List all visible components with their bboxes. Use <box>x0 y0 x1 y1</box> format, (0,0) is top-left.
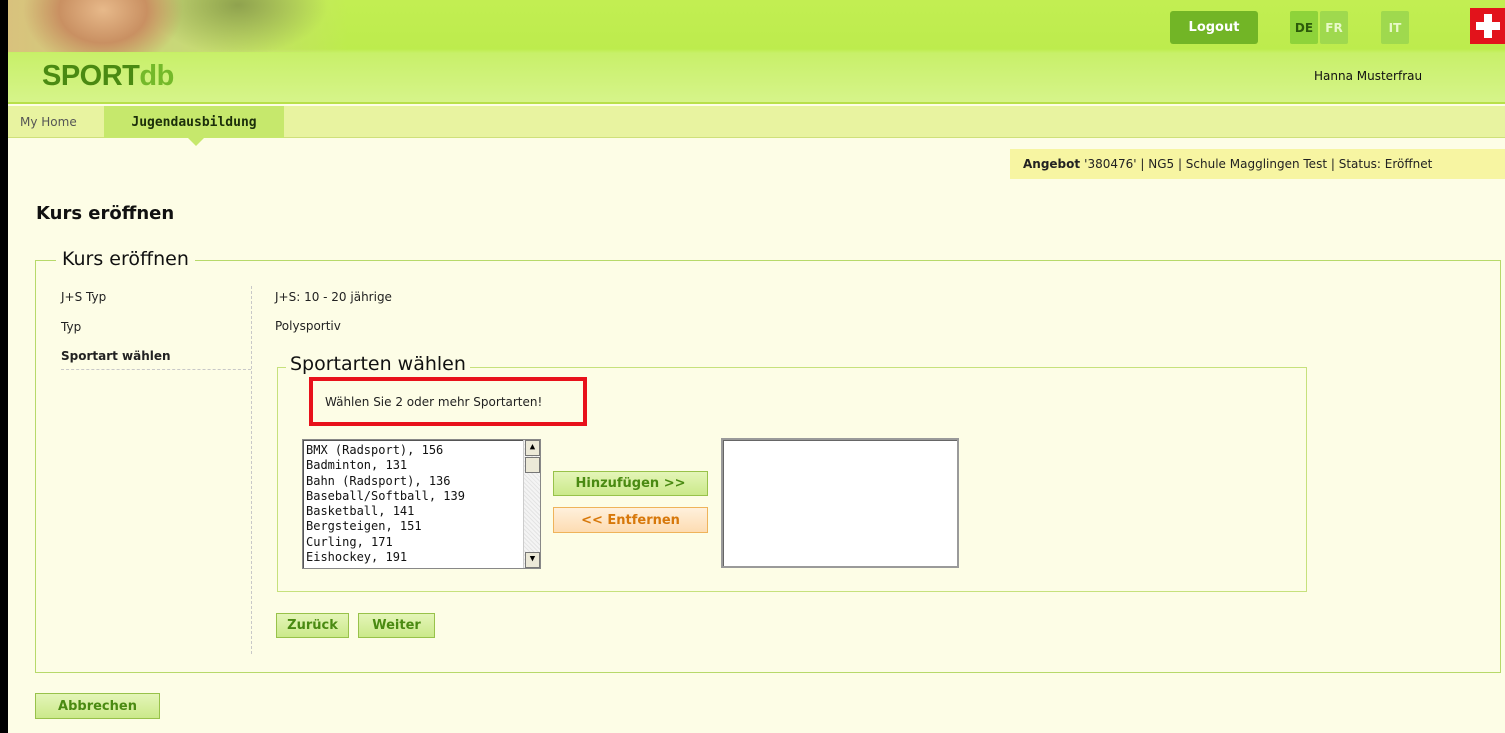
list-item[interactable]: Badminton, 131 <box>306 458 540 473</box>
swiss-cross-icon <box>1470 8 1505 44</box>
lang-it-button[interactable]: IT <box>1381 11 1409 44</box>
list-item[interactable]: Bahn (Radsport), 136 <box>306 474 540 489</box>
hint-message: Wählen Sie 2 oder mehr Sportarten! <box>309 377 587 426</box>
scroll-up-icon[interactable]: ▲ <box>525 440 540 456</box>
list-item[interactable]: Bergsteigen, 151 <box>306 519 540 534</box>
list-item[interactable]: Curling, 171 <box>306 535 540 550</box>
header-photo <box>8 0 348 52</box>
sportarten-fieldset: Sportarten wählen Wählen Sie 2 oder mehr… <box>277 353 1307 592</box>
listbox-scrollbar[interactable]: ▲ ▼ <box>523 440 540 568</box>
list-item[interactable]: Basketball, 141 <box>306 504 540 519</box>
user-name: Hanna Musterfrau <box>1314 69 1423 83</box>
tab-jugendausbildung[interactable]: Jugendausbildung <box>104 106 284 146</box>
angebot-text: '380476' | NG5 | Schule Magglingen Test … <box>1084 157 1433 171</box>
label-js-typ: J+S Typ <box>61 290 107 304</box>
scroll-thumb[interactable] <box>525 457 540 473</box>
label-typ: Typ <box>61 320 82 334</box>
label-sportart-waehlen: Sportart wählen <box>61 349 171 363</box>
scroll-down-icon[interactable]: ▼ <box>525 552 540 568</box>
cancel-button[interactable]: Abbrechen <box>35 693 160 719</box>
page-title: Kurs eröffnen <box>36 203 175 224</box>
column-divider <box>251 286 252 654</box>
back-button[interactable]: Zurück <box>276 613 349 638</box>
tab-bar: My Home Jugendausbildung <box>8 106 1505 146</box>
logout-button[interactable]: Logout <box>1170 11 1258 44</box>
angebot-info-bar: Angebot '380476' | NG5 | Schule Maggling… <box>1010 149 1505 179</box>
logo-db: db <box>139 60 174 92</box>
add-sport-button[interactable]: Hinzufügen >> <box>553 471 708 496</box>
logo-sport: SPORT <box>42 60 140 92</box>
app-frame: SPORTdb Logout DE FR IT Hanna Musterfrau… <box>8 0 1505 733</box>
value-typ: Polysportiv <box>275 319 341 333</box>
available-sports-listbox[interactable]: BMX (Radsport), 156 Badminton, 131 Bahn … <box>302 439 541 569</box>
remove-sport-button[interactable]: << Entfernen <box>553 507 708 533</box>
list-item[interactable]: BMX (Radsport), 156 <box>306 443 540 458</box>
kurs-eroeffnen-fieldset: Kurs eröffnen J+S Typ J+S: 10 - 20 jähri… <box>35 248 1501 673</box>
divider <box>61 369 251 370</box>
selected-sports-listbox[interactable] <box>721 438 959 568</box>
lang-fr-button[interactable]: FR <box>1320 11 1348 44</box>
list-item[interactable]: Eishockey, 191 <box>306 550 540 565</box>
sportarten-legend: Sportarten wählen <box>286 353 470 375</box>
hint-text: Wählen Sie 2 oder mehr Sportarten! <box>325 394 543 409</box>
list-item[interactable]: Baseball/Softball, 139 <box>306 489 540 504</box>
next-button[interactable]: Weiter <box>358 613 435 638</box>
header: SPORTdb Logout DE FR IT Hanna Musterfrau <box>8 0 1505 104</box>
angebot-label: Angebot <box>1023 157 1081 171</box>
lang-de-button[interactable]: DE <box>1290 11 1318 44</box>
value-js-typ: J+S: 10 - 20 jährige <box>275 290 392 304</box>
sportdb-logo: SPORTdb <box>42 60 174 93</box>
fieldset-legend: Kurs eröffnen <box>56 248 195 270</box>
tab-my-home[interactable]: My Home <box>20 106 77 138</box>
